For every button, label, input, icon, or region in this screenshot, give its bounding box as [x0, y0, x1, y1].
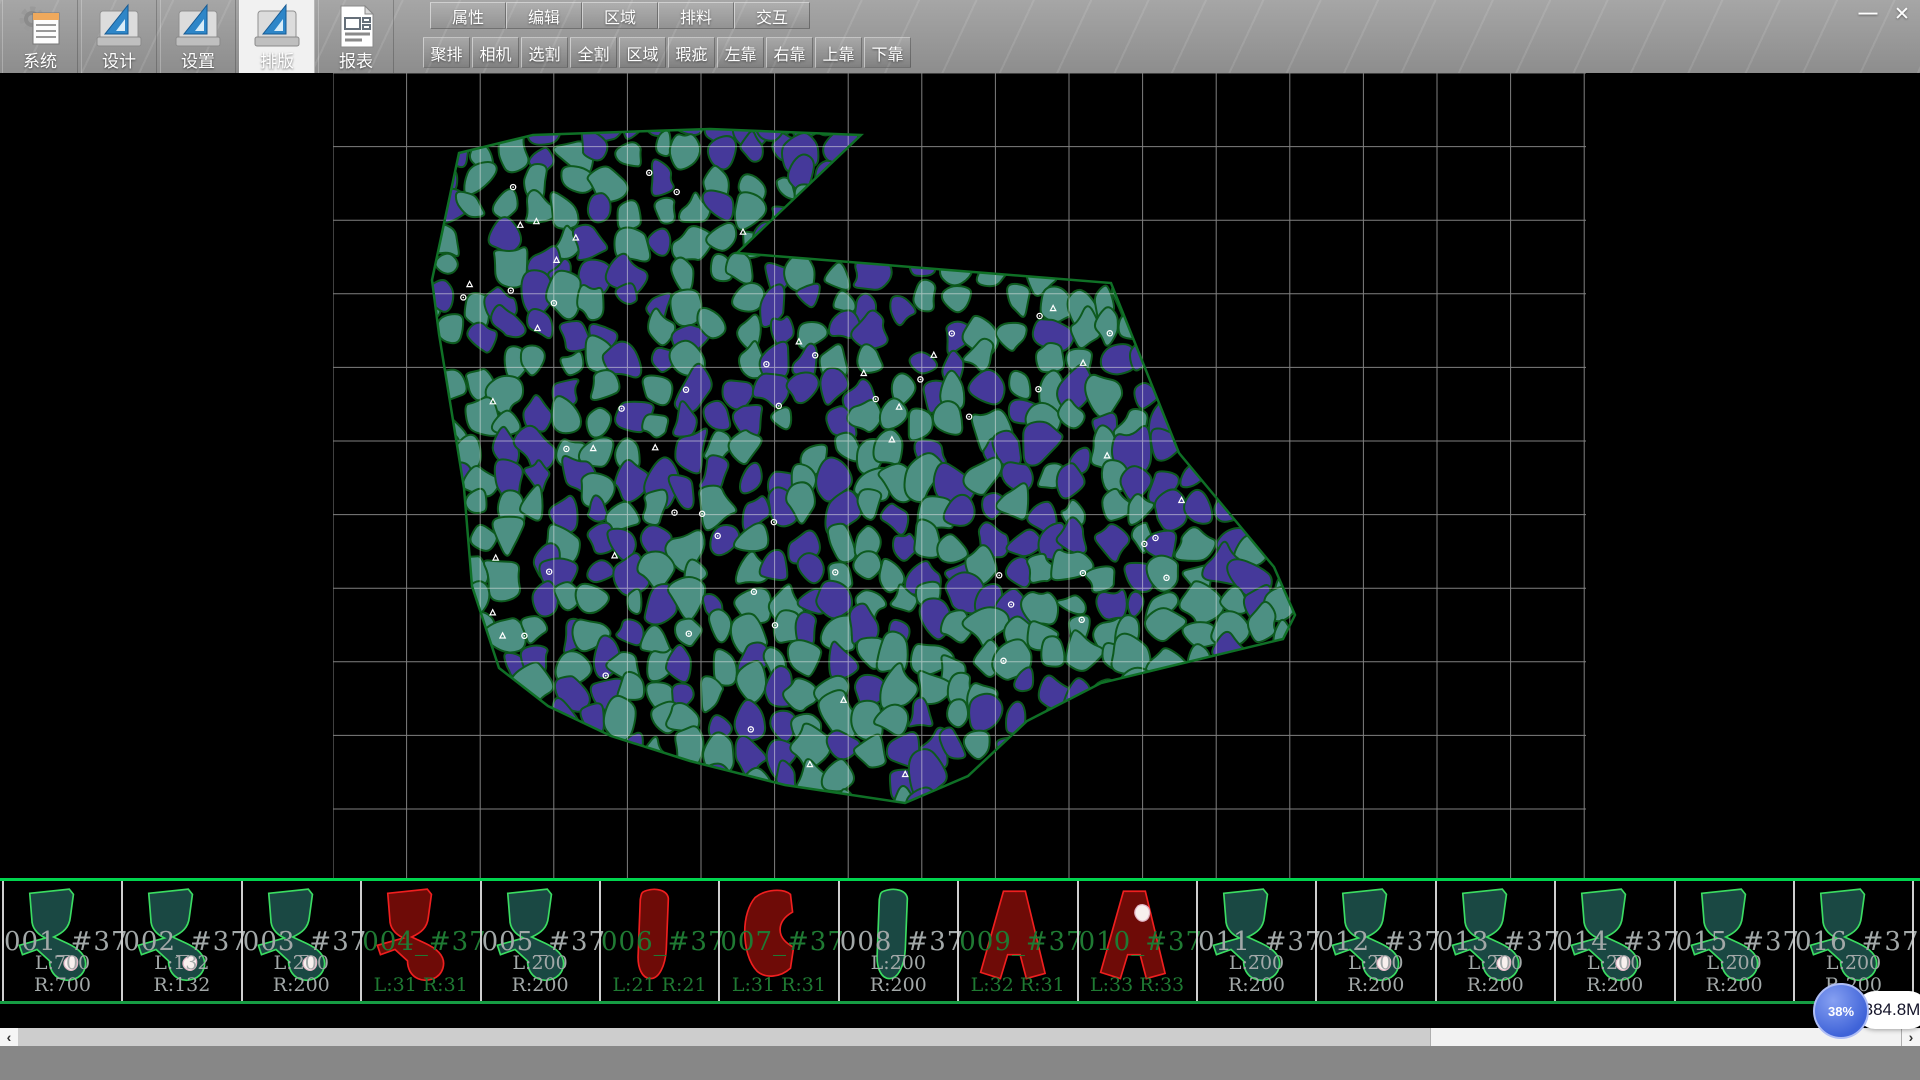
nav-button-label: 排版 [260, 52, 294, 71]
nav-button-label: 设置 [181, 52, 215, 71]
piece-counts-label: L:200 R:200 [1556, 952, 1673, 996]
action-camera[interactable]: 相机 [472, 37, 519, 68]
leather-hide-nesting-view[interactable] [333, 73, 1586, 878]
memory-usage-value: 384.8M [1864, 1000, 1920, 1020]
settings-ruler-icon [174, 2, 222, 50]
piece-thumbnail[interactable]: 016_#37L:200 R:200 [1793, 881, 1912, 1001]
piece-thumbnail[interactable]: 013_#37L:200 R:200 [1435, 881, 1554, 1001]
piece-thumbnail[interactable]: 004_#37 L:31 R:31 [360, 881, 479, 1001]
piece-counts-label: L:200 R:200 [482, 952, 599, 996]
nav-report-button[interactable]: 报表 [318, 0, 394, 73]
action-align-left[interactable]: 左靠 [717, 37, 764, 68]
piece-thumbnail[interactable]: 012_#37L:200 R:200 [1315, 881, 1434, 1001]
piece-thumbnail[interactable]: 009_#37 L:32 R:31 [957, 881, 1076, 1001]
piece-counts-label: L:200 R:200 [1437, 952, 1554, 996]
action-region[interactable]: 区域 [619, 37, 666, 68]
window-controls: — ✕ [1854, 3, 1916, 25]
nav-settings-button[interactable]: 设置 [160, 0, 236, 73]
menu-tab-properties[interactable]: 属性 [430, 2, 506, 29]
piece-counts-label: L:33 R:33 [1079, 974, 1196, 996]
report-doc-icon [332, 2, 380, 50]
piece-thumbnail[interactable]: 007_#37 L:31 R:31 [718, 881, 837, 1001]
piece-counts-label: L:31 R:31 [362, 974, 479, 996]
piece-id-label: 009_#37 [959, 927, 1076, 957]
layout-ruler-icon [253, 2, 301, 50]
piece-id-label: 006_#37 [601, 927, 718, 957]
close-button[interactable]: ✕ [1888, 3, 1916, 25]
piece-thumbnail[interactable]: 014_#37L:200 R:200 [1554, 881, 1673, 1001]
system-gear-icon [16, 2, 64, 50]
piece-id-label: 010_#37 [1079, 927, 1196, 957]
nav-layout-button[interactable]: 排版 [239, 0, 315, 73]
nav-system-button[interactable]: 系统 [2, 0, 78, 73]
nesting-canvas-area[interactable] [0, 73, 1920, 878]
piece-thumbnail[interactable]: 006_#37 L:21 R:21 [599, 881, 718, 1001]
piece-thumbnail[interactable]: 011_#37L:200 R:200 [1196, 881, 1315, 1001]
menu-tab-region[interactable]: 区域 [582, 2, 658, 29]
menu-tab-nesting[interactable]: 排料 [658, 2, 734, 29]
piece-counts-label: L:200 R:200 [1317, 952, 1434, 996]
piece-thumbnail[interactable]: 003_#37L:200 R:200 [241, 881, 360, 1001]
design-ruler-icon [95, 2, 143, 50]
nesting-application-window: 系统设计设置排版报表 属性编辑区域排料交互 聚排相机选割全割区域瑕疵左靠右靠上靠… [0, 0, 1920, 1080]
piece-counts-label: L:700 R:700 [4, 952, 121, 996]
action-align-bottom[interactable]: 下靠 [864, 37, 911, 68]
scroll-left-button[interactable]: ‹ [0, 1028, 18, 1046]
action-button-bar: 聚排相机选割全割区域瑕疵左靠右靠上靠下靠 [423, 37, 913, 68]
piece-thumbnail[interactable]: 010_#37 L:33 R:33 [1077, 881, 1196, 1001]
piece-id-label: 007_#37 [720, 927, 837, 957]
piece-thumbnail[interactable]: 002_#37L:132 R:132 [121, 881, 240, 1001]
piece-counts-label: L:32 R:31 [959, 974, 1076, 996]
piece-counts-label: L:21 R:21 [601, 974, 718, 996]
menu-tab-edit[interactable]: 编辑 [506, 2, 582, 29]
horizontal-scrollbar[interactable]: ‹ › [0, 1028, 1920, 1046]
menu-tab-bar: 属性编辑区域排料交互 [430, 2, 810, 29]
piece-id-label: 004_#37 [362, 927, 479, 957]
piece-thumbnail[interactable]: 001_#37L:700 R:700 [2, 881, 121, 1001]
nav-design-button[interactable]: 设计 [81, 0, 157, 73]
piece-counts-label: L:200 R:200 [1198, 952, 1315, 996]
scroll-right-button[interactable]: › [1902, 1028, 1920, 1046]
progress-badge[interactable]: 38% [1813, 983, 1869, 1039]
piece-counts-label: L:132 R:132 [123, 952, 240, 996]
piece-thumbnail[interactable]: 005_#37L:200 R:200 [480, 881, 599, 1001]
status-footer [0, 1046, 1920, 1080]
piece-counts-label: L:200 R:200 [1676, 952, 1793, 996]
minimize-button[interactable]: — [1854, 3, 1882, 25]
piece-counts-label: L:200 R:200 [840, 952, 957, 996]
piece-thumbnail[interactable] [1912, 881, 1920, 1001]
nav-button-label: 设计 [102, 52, 136, 71]
action-cluster-nest[interactable]: 聚排 [423, 37, 470, 68]
action-cut-selected[interactable]: 选割 [521, 37, 568, 68]
piece-thumbnail[interactable]: 015_#37L:200 R:200 [1674, 881, 1793, 1001]
nav-button-label: 报表 [339, 52, 373, 71]
top-toolbar: 系统设计设置排版报表 属性编辑区域排料交互 聚排相机选割全割区域瑕疵左靠右靠上靠… [0, 0, 1920, 73]
progress-value: 38% [1828, 1004, 1854, 1019]
action-cut-all[interactable]: 全割 [570, 37, 617, 68]
action-align-top[interactable]: 上靠 [815, 37, 862, 68]
piece-counts-label: L:31 R:31 [720, 974, 837, 996]
strip-bottom-separator [0, 1001, 1920, 1004]
piece-counts-label: L:200 R:200 [243, 952, 360, 996]
pieces-thumbnail-strip: 001_#37L:700 R:700002_#37L:132 R:132003_… [0, 881, 1920, 1001]
action-align-right[interactable]: 右靠 [766, 37, 813, 68]
nav-button-label: 系统 [23, 52, 57, 71]
action-defect[interactable]: 瑕疵 [668, 37, 715, 68]
menu-tab-interaction[interactable]: 交互 [734, 2, 810, 29]
piece-thumbnail[interactable]: 008_#37L:200 R:200 [838, 881, 957, 1001]
